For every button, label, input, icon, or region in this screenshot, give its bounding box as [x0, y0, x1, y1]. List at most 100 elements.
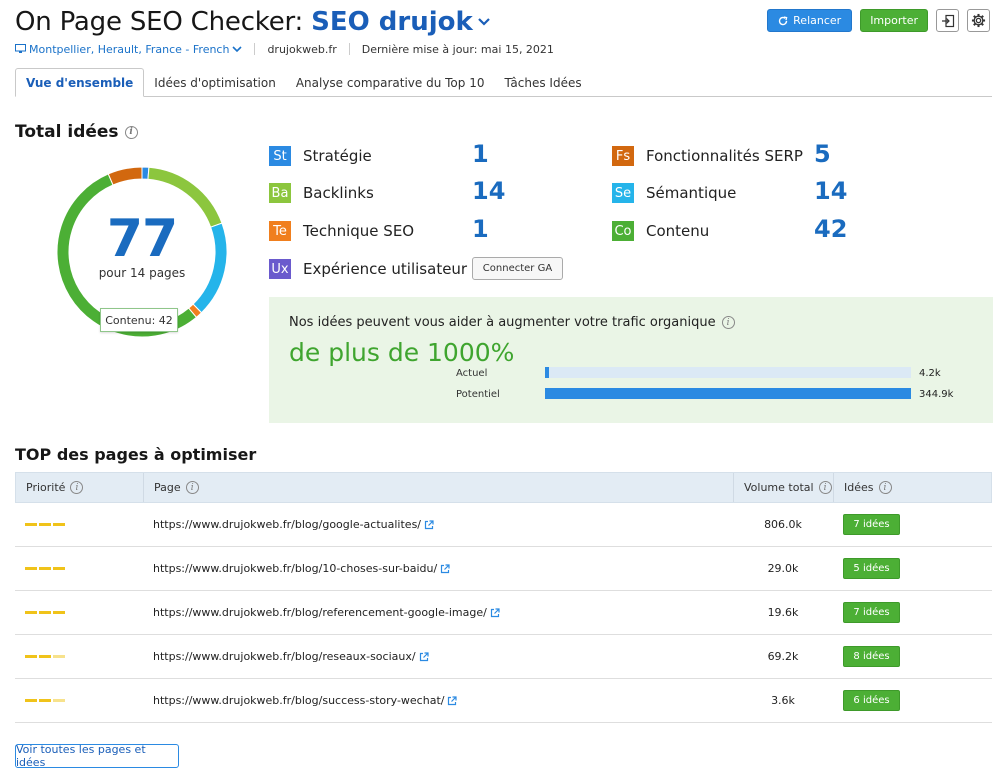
settings-button[interactable]: [967, 9, 990, 32]
ideas-button[interactable]: 6 idées: [843, 690, 900, 711]
backlinks-label: Backlinks: [303, 184, 374, 202]
project-selector[interactable]: SEO drujok: [311, 7, 473, 37]
priority-segment: [53, 699, 65, 702]
volume-cell: 806.0k: [733, 518, 833, 531]
contenu-label: Contenu: [646, 222, 710, 240]
volume-value: 29.0k: [767, 562, 799, 575]
category-ux[interactable]: Ux Expérience utilisateur: [269, 258, 467, 280]
category-contenu[interactable]: Co Contenu: [612, 220, 709, 242]
page-url-link[interactable]: https://www.drujokweb.fr/blog/google-act…: [153, 518, 421, 531]
info-icon[interactable]: i: [124, 125, 138, 139]
priority-segment: [25, 611, 37, 614]
external-link-icon[interactable]: [419, 651, 429, 662]
priority-cell: [15, 655, 143, 658]
actuel-bar-fill: [545, 367, 550, 378]
strategie-count[interactable]: 1: [472, 140, 489, 168]
table-header: Priorité i Page i Volume total i Idées i: [15, 472, 992, 503]
location-selector[interactable]: Montpellier, Herault, France - French: [15, 43, 243, 56]
strategie-badge: St: [269, 146, 291, 166]
priority-cell: [15, 611, 143, 614]
tab-overview[interactable]: Vue d'ensemble: [15, 68, 145, 97]
column-volume-label: Volume total: [744, 481, 814, 494]
chevron-down-icon[interactable]: [477, 17, 491, 27]
refresh-icon: [779, 15, 788, 25]
column-ideas[interactable]: Idées i: [834, 473, 991, 502]
page-url-link[interactable]: https://www.drujokweb.fr/blog/referencem…: [153, 606, 487, 619]
ideas-button[interactable]: 5 idées: [843, 558, 900, 579]
external-link-icon[interactable]: [447, 695, 458, 706]
tab-tasks[interactable]: Tâches Idées: [494, 68, 591, 97]
table-body: https://www.drujokweb.fr/blog/google-act…: [15, 503, 992, 723]
page-url-link[interactable]: https://www.drujokweb.fr/blog/success-st…: [153, 694, 444, 707]
page-cell: https://www.drujokweb.fr/blog/reseaux-so…: [143, 650, 733, 663]
domain-label: drujokweb.fr: [267, 42, 337, 56]
info-icon[interactable]: i: [878, 481, 892, 494]
export-button[interactable]: [936, 9, 959, 32]
column-priority[interactable]: Priorité i: [16, 473, 144, 502]
external-link-icon[interactable]: [440, 563, 450, 574]
external-link-icon[interactable]: [424, 519, 434, 530]
category-strategie[interactable]: St Stratégie: [269, 145, 372, 167]
chevron-down-icon: [232, 45, 243, 52]
page-url-link[interactable]: https://www.drujokweb.fr/blog/10-choses-…: [153, 562, 437, 575]
info-icon[interactable]: i: [721, 316, 735, 329]
category-serp-features[interactable]: Fs Fonctionnalités SERP: [612, 145, 803, 167]
traffic-potential-panel: Nos idées peuvent vous aider à augmenter…: [269, 297, 993, 423]
strategie-label: Stratégie: [303, 147, 372, 165]
monitor-icon: [15, 44, 26, 53]
column-page[interactable]: Page i: [144, 473, 734, 502]
priority-indicator: [25, 523, 65, 526]
info-icon[interactable]: i: [70, 481, 84, 494]
technique-seo-count[interactable]: 1: [472, 215, 489, 243]
see-all-pages-button[interactable]: Voir toutes les pages et idées: [15, 743, 179, 769]
priority-indicator: [25, 567, 65, 570]
connect-ga-button[interactable]: Connecter GA: [472, 257, 563, 280]
backlinks-count[interactable]: 14: [472, 177, 505, 205]
tab-bar: Vue d'ensemble Idées d'optimisation Anal…: [15, 68, 992, 97]
divider: [348, 43, 350, 55]
ideas-button[interactable]: 7 idées: [843, 514, 900, 535]
priority-cell: [15, 699, 143, 702]
category-semantique[interactable]: Se Sémantique: [612, 182, 736, 204]
semantique-label: Sémantique: [646, 184, 737, 202]
actuel-label: Actuel: [456, 368, 488, 379]
priority-segment: [25, 523, 37, 526]
header-actions: Relancer Importer: [767, 9, 990, 32]
volume-cell: 69.2k: [733, 650, 833, 663]
priority-segment: [53, 567, 65, 570]
ideas-button[interactable]: 7 idées: [843, 602, 900, 623]
info-icon[interactable]: i: [185, 481, 199, 494]
info-icon[interactable]: i: [818, 481, 832, 494]
column-volume[interactable]: Volume total i: [734, 473, 834, 502]
potentiel-label: Potentiel: [456, 389, 500, 400]
traffic-panel-heading: Nos idées peuvent vous aider à augmenter…: [289, 315, 735, 330]
priority-cell: [15, 523, 143, 526]
table-row: https://www.drujokweb.fr/blog/google-act…: [15, 503, 992, 547]
table-row: https://www.drujokweb.fr/blog/success-st…: [15, 679, 992, 723]
total-ideas-subtitle: pour 14 pages: [98, 266, 186, 280]
divider: [254, 43, 256, 55]
category-technique-seo[interactable]: Te Technique SEO: [269, 220, 414, 242]
external-link-icon[interactable]: [490, 607, 500, 618]
tab-optimization-ideas[interactable]: Idées d'optimisation: [144, 68, 286, 97]
ideas-button[interactable]: 8 idées: [843, 646, 900, 667]
page-header: On Page SEO Checker: SEO drujok Montpell…: [15, 4, 990, 64]
serp-features-count[interactable]: 5: [814, 140, 831, 168]
tab-top10-comparison[interactable]: Analyse comparative du Top 10: [286, 68, 495, 97]
donut-tooltip: Contenu: 42: [100, 308, 178, 332]
semantique-count[interactable]: 14: [814, 177, 847, 205]
technique-seo-badge: Te: [269, 221, 291, 241]
priority-indicator: [25, 699, 65, 702]
category-backlinks[interactable]: Ba Backlinks: [269, 182, 374, 204]
priority-segment: [39, 523, 51, 526]
importer-button[interactable]: Importer: [860, 9, 928, 32]
total-ideas-count: 77: [106, 209, 178, 269]
priority-indicator: [25, 655, 65, 658]
contenu-count[interactable]: 42: [814, 215, 847, 243]
relancer-button[interactable]: Relancer: [767, 9, 853, 32]
export-icon: [941, 14, 954, 27]
donut-segment-fonctionnalit-s-serp[interactable]: [107, 166, 143, 186]
actuel-value: 4.2k: [919, 368, 941, 379]
page-cell: https://www.drujokweb.fr/blog/10-choses-…: [143, 562, 733, 575]
page-url-link[interactable]: https://www.drujokweb.fr/blog/reseaux-so…: [153, 650, 416, 663]
